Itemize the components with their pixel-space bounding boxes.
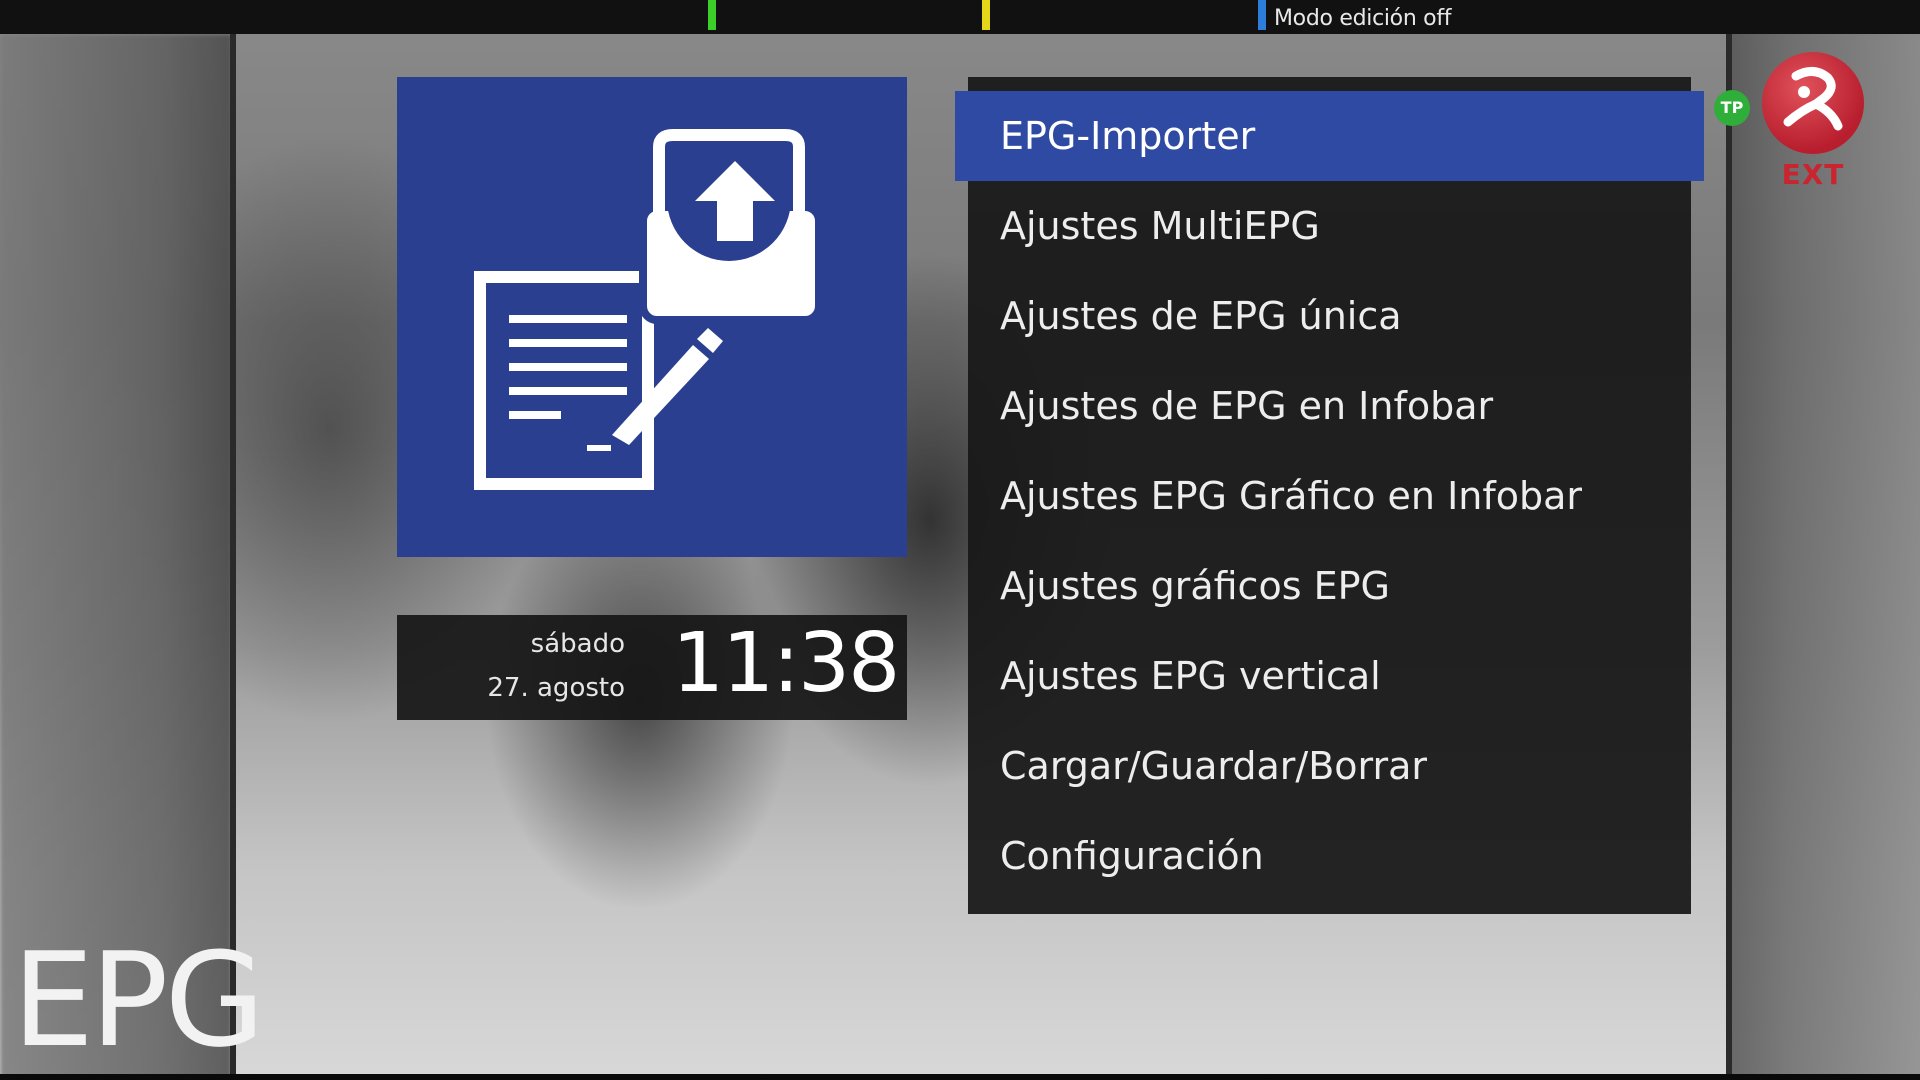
menu-item-infobar-epg-settings[interactable]: Ajustes de EPG en Infobar	[955, 361, 1704, 451]
channel-name: EXT	[1781, 158, 1845, 191]
clock-panel: sábado 27. agosto 11:38	[397, 615, 907, 720]
screen: Modo edición off sábado 27. agosto 11:38	[0, 0, 1920, 1080]
menu-item-configuration[interactable]: Configuración	[955, 811, 1704, 901]
channel-logo	[1762, 52, 1864, 154]
clock-time: 11:38	[672, 616, 900, 711]
menu-item-single-epg-settings[interactable]: Ajustes de EPG única	[955, 271, 1704, 361]
tp-badge: TP	[1714, 90, 1750, 126]
bottom-bar	[0, 1074, 1920, 1080]
clock-date: 27. agosto	[487, 673, 625, 703]
edit-mode-label[interactable]: Modo edición off	[1274, 6, 1452, 31]
menu-item-multiepg-settings[interactable]: Ajustes MultiEPG	[955, 181, 1704, 271]
top-bar: Modo edición off	[0, 0, 1920, 34]
menu-item-infobar-graphical-epg-settings[interactable]: Ajustes EPG Gráfico en Infobar	[955, 451, 1704, 541]
blue-key-indicator[interactable]	[1258, 0, 1266, 30]
video-edge-right	[1726, 34, 1732, 1080]
clock-day: sábado	[530, 629, 625, 659]
section-title: EPG	[12, 924, 265, 1076]
menu-item-vertical-epg-settings[interactable]: Ajustes EPG vertical	[955, 631, 1704, 721]
menu-item-load-save-delete[interactable]: Cargar/Guardar/Borrar	[955, 721, 1704, 811]
epg-importer-icon	[474, 129, 823, 490]
green-key-indicator	[708, 0, 716, 30]
menu-item-epg-importer[interactable]: EPG-Importer	[955, 91, 1704, 181]
menu-item-graphical-epg-settings[interactable]: Ajustes gráficos EPG	[955, 541, 1704, 631]
yellow-key-indicator	[982, 0, 990, 30]
channel-logo-icon	[1783, 67, 1843, 131]
epg-importer-icon-tile	[397, 77, 907, 557]
